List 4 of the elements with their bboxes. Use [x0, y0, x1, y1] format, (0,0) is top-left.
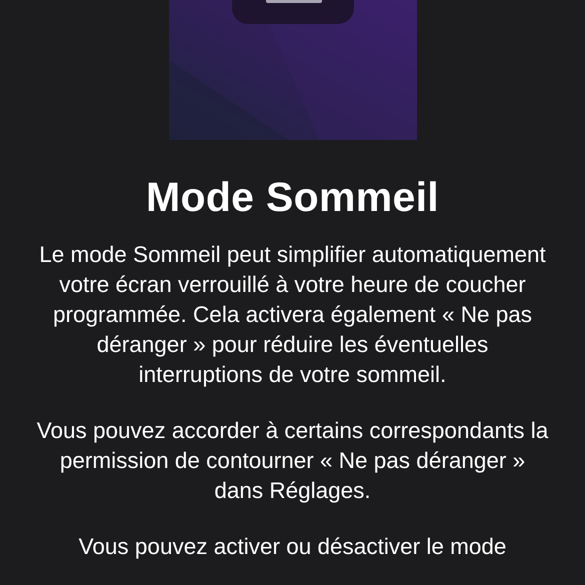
description-text: Vous pouvez accorder à certains correspondants la permission de contourner « Ne pas déranger » dans Réglages. [36, 417, 550, 505]
description-text: Le mode Sommeil peut simplifier automatiquement votre écran verrouillé à votre heure de coucher programmée. Cela activera également « Ne pas déranger » pour réduire les éventuelles interruptions de votre sommeil. [38, 241, 547, 389]
page-title: Mode Sommeil [146, 174, 439, 220]
description-text: Vous pouvez activer ou désactiver le mode [78, 533, 508, 561]
